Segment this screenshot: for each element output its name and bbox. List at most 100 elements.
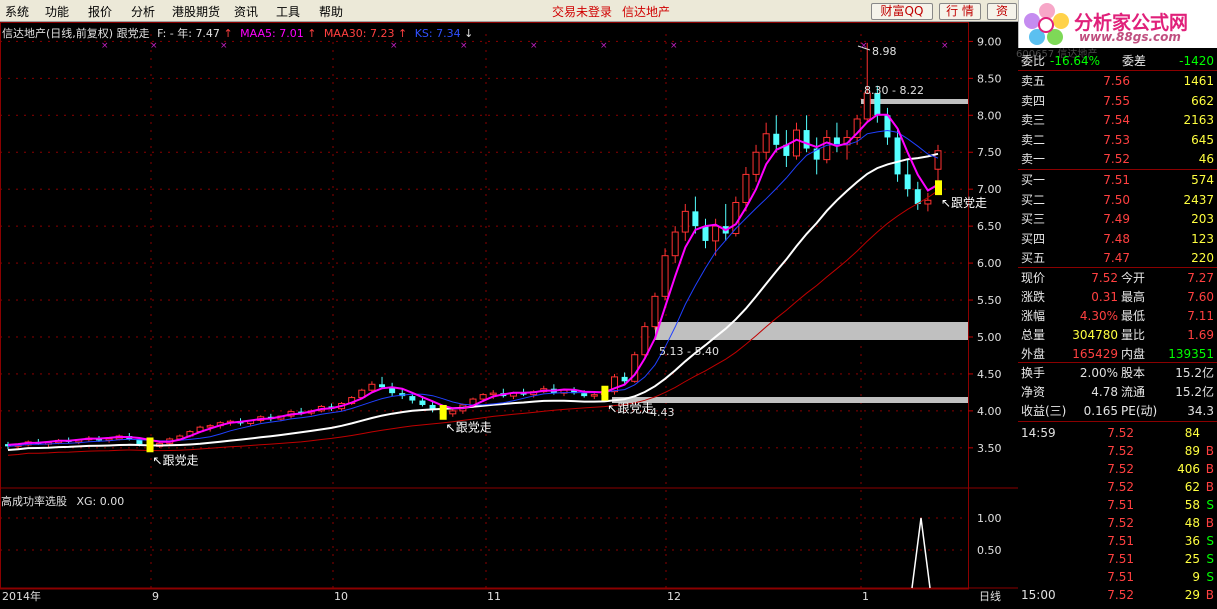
zone-label: 8.30 - 8.22	[864, 84, 924, 97]
stat-value: 7.52	[1091, 271, 1118, 285]
tick-price: 7.52	[1107, 588, 1134, 602]
stock-name-status: 信达地产	[622, 5, 671, 19]
tick-side: B	[1205, 516, 1214, 530]
menu-function[interactable]: 功能	[45, 3, 69, 20]
kline-chart-svg[interactable]: 9.00 8.50 8.00 7.50 7.00 6.50 6.00 5.50 5.00 4.50…	[0, 22, 1018, 605]
signal-label: ↖跟党走	[941, 195, 987, 210]
flower-logo-icon	[1024, 3, 1069, 45]
menu-help[interactable]: 帮助	[319, 3, 343, 20]
stat-label: 涨幅	[1021, 309, 1046, 323]
row-label: 买一	[1021, 173, 1046, 187]
bid-row: 买二 7.50 2437	[1018, 191, 1217, 209]
tick-side: B	[1205, 588, 1214, 602]
ask-row: 卖五 7.56 1461	[1018, 72, 1217, 90]
marker-x: ×	[150, 41, 158, 51]
row-label: 买四	[1021, 231, 1046, 246]
candle-body	[702, 226, 709, 241]
date-label: 1	[862, 590, 869, 603]
stat-row: 换手 2.00% 股本 15.2亿	[1018, 364, 1217, 382]
signal-label: ↖跟党走	[153, 452, 199, 467]
chart-title: 信达地产(日线,前复权)	[2, 27, 114, 40]
up-arrow-icon: ↑	[307, 27, 317, 40]
stat-label: 现价	[1021, 271, 1046, 285]
row-price: 7.50	[1103, 192, 1130, 207]
price-tick-label: 5.00	[977, 331, 1002, 344]
date-label: 2014年	[2, 589, 41, 603]
candle-body	[792, 129, 800, 157]
stat-row: 现价 7.52 今开 7.27	[1018, 269, 1217, 287]
row-volume: 123	[1191, 231, 1214, 246]
resistance-zone	[655, 322, 968, 340]
menu-hk-futures[interactable]: 港股期货	[172, 3, 220, 20]
tick-price: 7.52	[1107, 516, 1134, 530]
tick-volume: 48	[1184, 516, 1200, 530]
marker-x: ×	[670, 41, 678, 51]
date-label: 10	[334, 590, 348, 603]
sub-tick-label: 0.50	[977, 544, 1002, 557]
stat-label: 外盘	[1021, 347, 1046, 361]
candle-body	[894, 137, 901, 175]
chart-frame	[0, 22, 969, 590]
candle-body	[641, 326, 649, 356]
info-button[interactable]: 资	[987, 3, 1017, 20]
candle-body	[742, 173, 750, 203]
logo-url: www.88gs.com	[1079, 30, 1181, 44]
menu-tools[interactable]: 工具	[276, 3, 300, 20]
down-arrow-icon: ↓	[464, 27, 474, 40]
candle-body	[581, 393, 588, 397]
site-logo: 分析家公式网 www.88gs.com	[1018, 0, 1217, 48]
row-volume: 1461	[1183, 74, 1214, 88]
caifu-qq-button[interactable]: 财富QQ	[871, 3, 933, 20]
tick-price: 7.52	[1107, 444, 1134, 458]
tick-time: 14:59	[1021, 426, 1056, 440]
ask-row: 卖三 7.54 2163	[1018, 111, 1217, 129]
menu-system[interactable]: 系统	[5, 3, 29, 20]
tick-volume: 9	[1192, 570, 1200, 584]
tick-time: 15:00	[1021, 588, 1056, 602]
tick-price: 7.51	[1107, 552, 1134, 566]
bid-row: 买一 7.51 574	[1018, 171, 1217, 189]
tick-row: 14:59 7.52 84	[1018, 424, 1217, 442]
price-tick-label: 7.00	[977, 183, 1002, 196]
candle-body	[712, 225, 720, 242]
login-status[interactable]: 交易未登录	[552, 3, 612, 20]
marker-x: ×	[941, 41, 949, 51]
marker-x: ×	[530, 41, 538, 51]
row-price: 7.54	[1103, 113, 1130, 127]
candle-body	[368, 383, 376, 391]
row-label: 买二	[1021, 192, 1046, 207]
row-label: 卖二	[1021, 132, 1046, 147]
stat-value: 0.31	[1091, 290, 1118, 304]
row-price: 7.52	[1103, 152, 1130, 166]
quote-button[interactable]: 行 情	[939, 3, 981, 20]
diff-value: -1420	[1179, 54, 1214, 68]
tick-side: S	[1206, 570, 1214, 584]
menu-news[interactable]: 资讯	[234, 3, 258, 20]
tick-volume: 84	[1184, 426, 1200, 440]
ratio-label: 委比	[1021, 54, 1046, 68]
stat-label: 流通	[1121, 385, 1146, 399]
stat-label: 量比	[1121, 328, 1146, 342]
divider	[1018, 169, 1217, 170]
menu-quote[interactable]: 报价	[88, 3, 112, 20]
stat-row: 总量 304780 量比 1.69	[1018, 326, 1217, 344]
menu-analysis[interactable]: 分析	[131, 3, 155, 20]
stat-label: 换手	[1021, 366, 1046, 380]
tick-volume: 62	[1184, 480, 1200, 494]
indicator-name: 跟党走	[116, 27, 150, 40]
row-volume: 2163	[1183, 113, 1214, 127]
stat-label: 最低	[1121, 309, 1146, 323]
tick-volume: 89	[1184, 444, 1200, 458]
price-tick-label: 3.50	[977, 442, 1002, 455]
tick-row: 7.52 62 B	[1018, 478, 1217, 496]
row-label: 买五	[1021, 251, 1046, 265]
stat-row: 外盘 165429 内盘 139351	[1018, 345, 1217, 363]
f-label: F: - 年: 7.47	[157, 27, 220, 40]
up-arrow-icon: ↑	[223, 27, 233, 40]
candle-body	[419, 400, 426, 405]
row-price: 7.47	[1103, 251, 1130, 265]
tick-volume: 25	[1184, 552, 1200, 566]
candle-body	[904, 174, 911, 190]
kline-chart-panel[interactable]: 9.00 8.50 8.00 7.50 7.00 6.50 6.00 5.50 5.00 4.50…	[0, 22, 1097, 605]
signal-label: ↖跟党走	[446, 420, 492, 435]
